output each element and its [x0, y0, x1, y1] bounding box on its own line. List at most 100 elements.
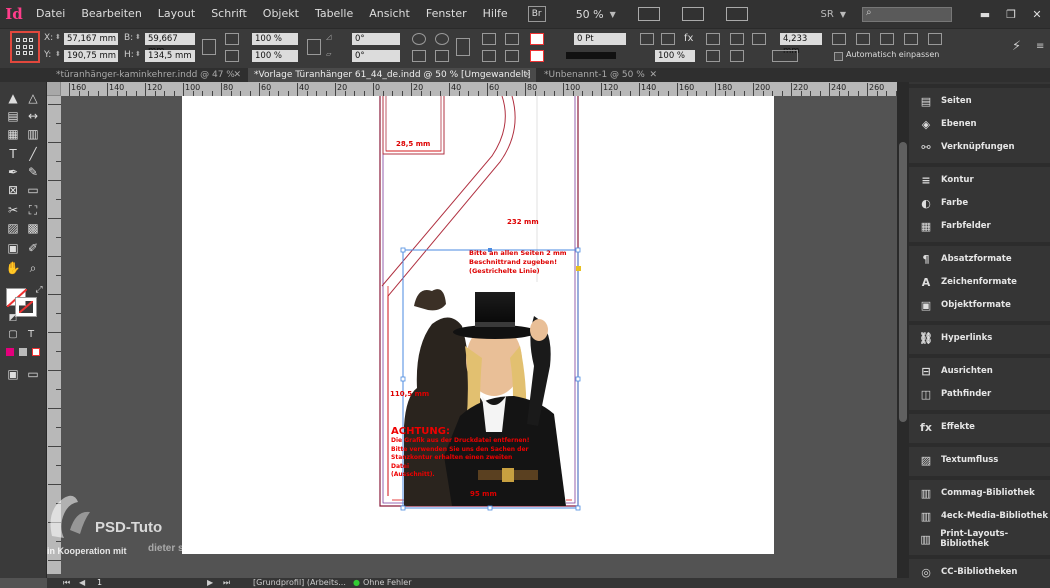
- panel-pathfinder[interactable]: ◫ Pathfinder: [909, 383, 1050, 405]
- pen-tool-icon[interactable]: ✒: [4, 164, 22, 180]
- panel-ebenen[interactable]: ◈ Ebenen: [909, 113, 1050, 135]
- content-aware-fit-icon[interactable]: [928, 33, 942, 45]
- select-previous-icon[interactable]: [482, 50, 496, 62]
- content-placer-icon[interactable]: ▥: [24, 126, 42, 142]
- fit-frame-icon[interactable]: [856, 33, 870, 45]
- panel-absatzformate[interactable]: ¶ Absatzformate: [909, 248, 1050, 270]
- center-content-icon[interactable]: [880, 33, 894, 45]
- page-tool-icon[interactable]: ▤: [4, 108, 22, 124]
- apply-gradient-icon[interactable]: [19, 348, 27, 356]
- document-canvas[interactable]: 28,5 mm 232 mm 110,5 mm 95 mm Bitte an a…: [61, 96, 897, 574]
- rotation-field[interactable]: 0°: [352, 33, 400, 45]
- formatting-text-icon[interactable]: T: [22, 326, 40, 342]
- direct-selection-tool-icon[interactable]: △: [24, 90, 42, 106]
- quick-apply-icon[interactable]: ⚡: [1012, 39, 1021, 54]
- tab-vorlage-tueranhaenger[interactable]: *Vorlage Türanhänger 61_44_de.indd @ 50 …: [248, 68, 536, 82]
- screen-mode-tool-icon[interactable]: ▭: [24, 366, 42, 382]
- panel-ausrichten[interactable]: ⊟ Ausrichten: [909, 360, 1050, 382]
- stroke-style-select[interactable]: [772, 50, 798, 62]
- menu-ansicht[interactable]: Ansicht: [361, 0, 418, 28]
- panel-group-handle[interactable]: [909, 443, 1050, 447]
- panel-group-handle[interactable]: [909, 410, 1050, 414]
- panel-textumfluss[interactable]: ▨ Textumfluss: [909, 449, 1050, 471]
- drop-shadow-icon[interactable]: [640, 33, 654, 45]
- selection-tool-icon[interactable]: ▲: [4, 90, 22, 106]
- menu-schrift[interactable]: Schrift: [203, 0, 255, 28]
- select-next-icon[interactable]: [505, 50, 519, 62]
- close-icon[interactable]: ✕: [523, 68, 531, 82]
- reference-point-icon[interactable]: [10, 31, 40, 63]
- select-container-icon[interactable]: [482, 33, 496, 45]
- select-content-icon[interactable]: [505, 33, 519, 45]
- scissors-tool-icon[interactable]: ✂: [4, 202, 22, 218]
- menu-fenster[interactable]: Fenster: [418, 0, 475, 28]
- gap-tool-icon[interactable]: ↔: [24, 108, 42, 124]
- free-transform-tool-icon[interactable]: ⛶: [24, 202, 42, 218]
- menu-objekt[interactable]: Objekt: [255, 0, 307, 28]
- width-stepper-icon[interactable]: ⬍: [135, 33, 141, 41]
- chevron-down-icon[interactable]: ▼: [610, 10, 616, 19]
- menu-bearbeiten[interactable]: Bearbeiten: [73, 0, 149, 28]
- arrange-documents-icon[interactable]: [725, 7, 748, 21]
- apply-none-icon[interactable]: [32, 348, 40, 356]
- shear-field[interactable]: 0°: [352, 50, 400, 62]
- gradient-feather-tool-icon[interactable]: ▩: [24, 220, 42, 236]
- pencil-tool-icon[interactable]: ✎: [24, 164, 42, 180]
- stroke-type-select[interactable]: [566, 52, 616, 59]
- panel-4eck-media-bibliothek[interactable]: ▥ 4eck-Media-Bibliothek: [909, 505, 1050, 527]
- profile-select[interactable]: [Grundprofil] (Arbeits...: [253, 578, 346, 588]
- rotate-cw-icon[interactable]: [412, 33, 426, 45]
- panel-objektformate[interactable]: ▣ Objektformate: [909, 294, 1050, 316]
- rectangle-frame-tool-icon[interactable]: ⊠: [4, 182, 22, 198]
- scale-y-icon[interactable]: [225, 50, 239, 62]
- close-button[interactable]: ✕: [1024, 8, 1050, 21]
- frame-fitting-icon[interactable]: [730, 33, 744, 45]
- fill-swatch-icon[interactable]: [530, 33, 544, 45]
- panel-group-handle[interactable]: [909, 476, 1050, 480]
- x-stepper-icon[interactable]: ⬍: [55, 33, 61, 41]
- rectangle-tool-icon[interactable]: ▭: [24, 182, 42, 198]
- panel-verkn-pfungen[interactable]: ⚯ Verknüpfungen: [909, 136, 1050, 158]
- width-field[interactable]: 59,667 mm: [145, 33, 195, 56]
- panel-group-handle[interactable]: [909, 163, 1050, 167]
- scale-x-icon[interactable]: [225, 33, 239, 45]
- workspace-switcher[interactable]: SR: [821, 9, 834, 20]
- panel-group-handle[interactable]: [909, 242, 1050, 246]
- text-wrap-alt-icon[interactable]: [706, 50, 720, 62]
- offset-field[interactable]: 4,233 mm: [780, 33, 822, 56]
- type-tool-icon[interactable]: T: [4, 146, 22, 162]
- zoom-tool-icon[interactable]: ⌕: [24, 260, 42, 276]
- formatting-container-icon[interactable]: ▢: [4, 326, 22, 342]
- page[interactable]: 28,5 mm 232 mm 110,5 mm 95 mm Bitte an a…: [182, 96, 774, 554]
- scale-x-field[interactable]: 100 %: [252, 33, 298, 45]
- scrollbar-thumb[interactable]: [899, 142, 907, 422]
- close-icon[interactable]: ✕: [649, 68, 657, 82]
- y-stepper-icon[interactable]: ⬍: [55, 50, 61, 58]
- fit-content-icon[interactable]: [832, 33, 846, 45]
- note-tool-icon[interactable]: ▣: [4, 240, 22, 256]
- tab-unbenannt-1[interactable]: *Unbenannt-1 @ 50 % ✕: [538, 68, 662, 82]
- apply-color-icon[interactable]: [6, 348, 14, 356]
- panel-group-handle[interactable]: [909, 84, 1050, 88]
- horizontal-ruler[interactable]: 160 140 120 100 80 60 40 20 0 20 40 60 80 100 120 140 16…: [61, 82, 897, 96]
- chevron-down-icon[interactable]: ▼: [840, 10, 846, 19]
- height-field[interactable]: 134,5 mm: [145, 50, 195, 62]
- fx-icon[interactable]: fx: [684, 33, 693, 44]
- stroke-weight-field[interactable]: 0 Pt: [574, 33, 626, 45]
- vertical-scrollbar[interactable]: [897, 82, 909, 578]
- menu-layout[interactable]: Layout: [150, 0, 203, 28]
- panel-cc-bibliotheken[interactable]: ◎ CC-Bibliotheken: [909, 561, 1050, 583]
- menu-hilfe[interactable]: Hilfe: [475, 0, 516, 28]
- panel-seiten[interactable]: ▤ Seiten: [909, 90, 1050, 112]
- previous-page-icon[interactable]: ◀: [79, 578, 85, 588]
- opacity-field[interactable]: 100 %: [655, 50, 695, 62]
- normal-view-icon[interactable]: ▣: [4, 366, 22, 382]
- eyedropper-tool-icon[interactable]: ✐: [24, 240, 42, 256]
- constrain-scale-icon[interactable]: [307, 39, 321, 55]
- panel-menu-icon[interactable]: ≡: [1036, 41, 1044, 52]
- gradient-tool-icon[interactable]: ▨: [4, 220, 22, 236]
- default-colors-icon[interactable]: ◩: [4, 310, 22, 326]
- preflight-status[interactable]: Ohne Fehler: [363, 578, 412, 588]
- panel-effekte[interactable]: fx Effekte: [909, 416, 1050, 438]
- first-page-icon[interactable]: ⏮: [63, 578, 70, 588]
